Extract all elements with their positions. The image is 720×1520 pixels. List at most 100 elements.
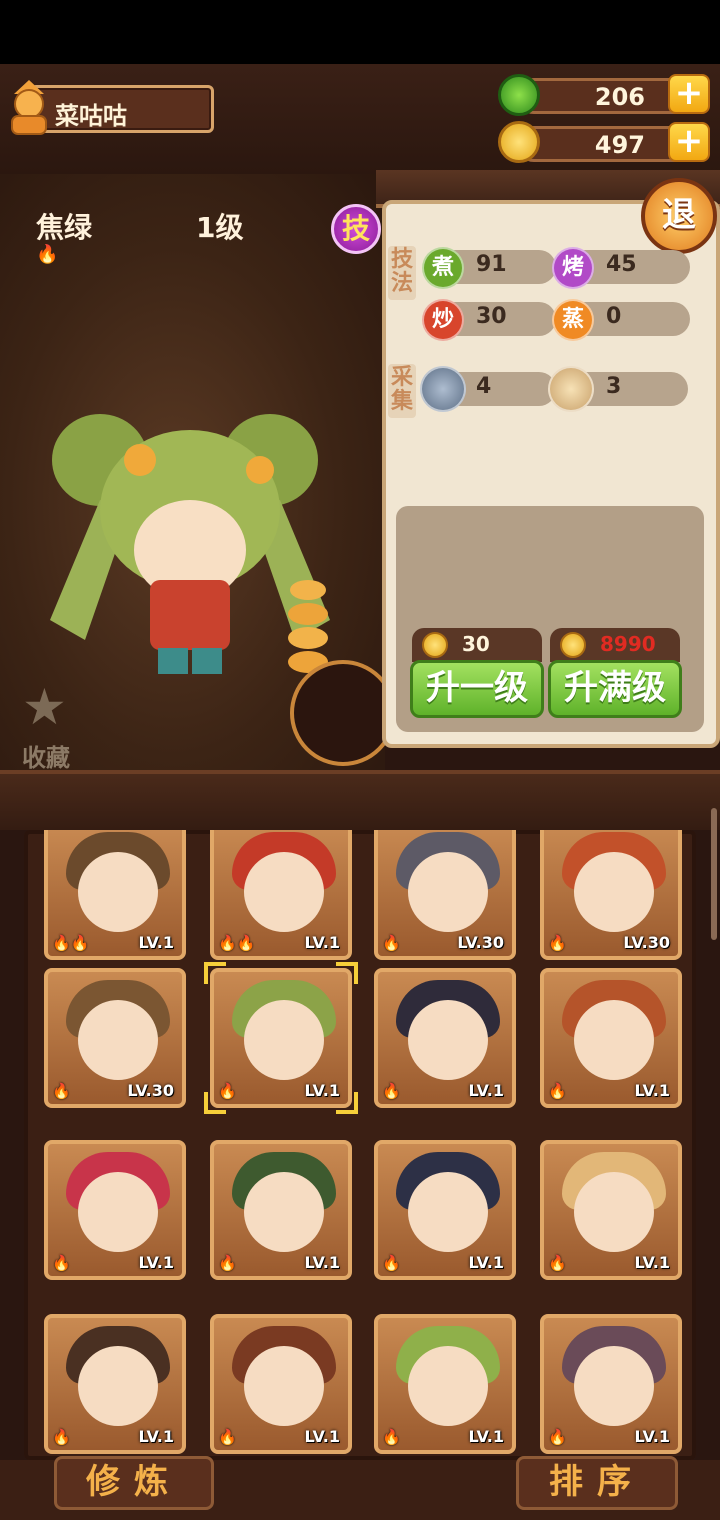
- upgrade-one-button[interactable]: 升一级: [410, 660, 544, 718]
- roast-icon: 烤: [552, 247, 594, 289]
- flame-icon: 🔥: [548, 934, 567, 952]
- upgrade-max-button[interactable]: 升满级: [548, 660, 682, 718]
- card-level: LV.1: [138, 1427, 174, 1446]
- chef-card[interactable]: 🔥🔥 LV.1: [210, 830, 352, 960]
- bun-icon: [548, 366, 594, 412]
- stat-value: 3: [606, 374, 622, 399]
- card-level: LV.1: [468, 1427, 504, 1446]
- cost-value: 8990: [600, 632, 656, 656]
- chef-card[interactable]: 🔥 LV.1: [374, 1140, 516, 1280]
- steam-icon: 蒸: [552, 299, 594, 341]
- bun-stack-icon: [288, 580, 328, 673]
- card-level: LV.1: [138, 933, 174, 952]
- upgrade-one-cost: 30: [412, 628, 542, 662]
- flame-icon: 🔥: [382, 1428, 401, 1446]
- add-coins-button[interactable]: +: [668, 122, 710, 162]
- stat-value: 4: [476, 374, 492, 399]
- add-jade-button[interactable]: +: [668, 74, 710, 114]
- chef-face: [78, 1346, 158, 1426]
- chef-card[interactable]: 🔥 LV.1: [210, 1314, 352, 1454]
- stirfry-icon: 炒: [422, 299, 464, 341]
- card-level: LV.30: [457, 933, 504, 952]
- chef-card[interactable]: 🔥 LV.1: [210, 968, 352, 1108]
- shelf-divider: [0, 770, 720, 830]
- stat-value: 30: [476, 304, 507, 329]
- card-level: LV.1: [304, 1427, 340, 1446]
- coin-value: 497: [594, 131, 645, 159]
- card-level: LV.1: [468, 1081, 504, 1100]
- card-level: LV.1: [634, 1253, 670, 1272]
- chef-card[interactable]: 🔥 LV.1: [44, 1140, 186, 1280]
- chef-card[interactable]: 🔥 LV.30: [374, 830, 516, 960]
- card-level: LV.30: [623, 933, 670, 952]
- chef-face: [244, 1000, 324, 1080]
- chef-card[interactable]: 🔥 LV.1: [540, 968, 682, 1108]
- player-name: 菜咕咕: [55, 102, 127, 130]
- cultivate-button[interactable]: 修炼: [54, 1456, 214, 1510]
- chef-face: [244, 1172, 324, 1252]
- card-level: LV.1: [304, 1081, 340, 1100]
- retreat-button[interactable]: 退: [641, 178, 717, 254]
- chef-face: [408, 1000, 488, 1080]
- jade-value: 206: [594, 83, 645, 111]
- sort-button[interactable]: 排序: [516, 1456, 678, 1510]
- chef-card[interactable]: 🔥 LV.1: [374, 968, 516, 1108]
- upgrade-max-cost: 8990: [550, 628, 680, 662]
- stat-value: 45: [606, 252, 637, 277]
- chef-card[interactable]: 🔥 LV.1: [540, 1314, 682, 1454]
- card-level: LV.1: [138, 1253, 174, 1272]
- flame-icon: 🔥: [382, 1082, 401, 1100]
- flame-icon: 🔥: [218, 1428, 237, 1446]
- card-level: LV.1: [304, 933, 340, 952]
- flame-icon: 🔥: [52, 1082, 71, 1100]
- coin-icon: [498, 121, 540, 163]
- star-icon[interactable]: ★: [22, 682, 72, 732]
- card-level: LV.1: [304, 1253, 340, 1272]
- coin-icon: [422, 632, 448, 658]
- chef-card[interactable]: 🔥 LV.1: [540, 1140, 682, 1280]
- chef-card[interactable]: 🔥 LV.1: [374, 1314, 516, 1454]
- chef-card[interactable]: 🔥 LV.30: [44, 968, 186, 1108]
- chef-level: 1级: [196, 211, 244, 244]
- selection-corner: [204, 962, 226, 984]
- boil-icon: 煮: [422, 247, 464, 289]
- favorite-label[interactable]: 收藏: [22, 738, 70, 773]
- skill-badge[interactable]: 技: [331, 204, 381, 254]
- chef-face: [244, 1346, 324, 1426]
- stat-value: 91: [476, 252, 507, 277]
- player-name-plate[interactable]: 菜咕咕: [30, 85, 214, 133]
- chef-face: [574, 1172, 654, 1252]
- selection-corner: [336, 1092, 358, 1114]
- flame-icon: 🔥: [548, 1254, 567, 1272]
- chef-card[interactable]: 🔥 LV.1: [44, 1314, 186, 1454]
- flame-icon: 🔥: [548, 1082, 567, 1100]
- technique-section-label: 技法: [388, 246, 416, 300]
- cost-value: 30: [462, 632, 490, 656]
- flame-icon: 🔥: [548, 1428, 567, 1446]
- chef-face: [574, 1000, 654, 1080]
- selection-corner: [204, 1092, 226, 1114]
- chef-name: 焦绿: [36, 211, 93, 244]
- chef-action-button[interactable]: [290, 660, 396, 766]
- card-level: LV.1: [634, 1427, 670, 1446]
- game-screen: 菜咕咕 206 + 497 + 焦绿 1级 🔥 技 ★ 收藏 退 技法 采集 9…: [0, 0, 720, 1520]
- flame-icon: 🔥: [36, 244, 59, 265]
- chef-face: [408, 1346, 488, 1426]
- selection-corner: [336, 962, 358, 984]
- flame-icon: 🔥: [52, 1254, 71, 1272]
- flame-icon: 🔥: [218, 1254, 237, 1272]
- chef-card[interactable]: 🔥 LV.30: [540, 830, 682, 960]
- gather-section-label: 采集: [388, 364, 416, 418]
- fish-icon: [420, 366, 466, 412]
- chef-card[interactable]: 🔥🔥 LV.1: [44, 830, 186, 960]
- chef-face: [408, 1172, 488, 1252]
- flame-icon: 🔥: [52, 1428, 71, 1446]
- chef-face: [408, 852, 488, 932]
- chef-face: [244, 852, 324, 932]
- chef-card[interactable]: 🔥 LV.1: [210, 1140, 352, 1280]
- player-avatar-icon[interactable]: [4, 76, 54, 136]
- grid-scrollbar[interactable]: [711, 808, 717, 940]
- chef-face: [78, 1172, 158, 1252]
- coin-icon: [560, 632, 586, 658]
- jade-icon: [498, 74, 540, 116]
